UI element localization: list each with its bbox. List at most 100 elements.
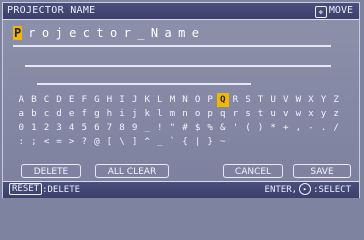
save-button[interactable]: SAVE [293,164,351,178]
char-key[interactable]: ) [254,121,267,135]
char-key[interactable]: u [267,107,280,121]
char-key[interactable]: 4 [65,121,78,135]
char-key[interactable]: 3 [53,121,66,135]
char-key[interactable]: r [229,107,242,121]
char-key[interactable]: > [65,135,78,149]
all-clear-button[interactable]: ALL CLEAR [95,164,169,178]
char-key[interactable]: P [204,93,217,107]
char-key[interactable]: X [305,93,318,107]
char-key[interactable]: R [229,93,242,107]
char-key[interactable]: + [279,121,292,135]
char-key[interactable]: ! [154,121,167,135]
char-key[interactable]: N [179,93,192,107]
char-key[interactable]: " [166,121,179,135]
char-key[interactable]: ` [166,135,179,149]
char-key[interactable]: S [242,93,255,107]
char-key[interactable]: H [103,93,116,107]
char-key[interactable]: : [15,135,28,149]
char-key[interactable]: t [254,107,267,121]
char-key[interactable]: # [179,121,192,135]
char-key[interactable]: { [179,135,192,149]
char-key[interactable]: @ [91,135,104,149]
char-key[interactable]: q [217,107,230,121]
char-key[interactable]: F [78,93,91,107]
char-key[interactable]: G [91,93,104,107]
char-key[interactable]: ( [242,121,255,135]
char-key[interactable]: b [28,107,41,121]
char-key[interactable]: Y [317,93,330,107]
char-key[interactable]: * [267,121,280,135]
char-key[interactable]: 1 [28,121,41,135]
char-key[interactable]: v [279,107,292,121]
char-key[interactable]: \ [116,135,129,149]
char-key[interactable]: ] [128,135,141,149]
char-key[interactable]: k [141,107,154,121]
char-key[interactable]: a [15,107,28,121]
delete-button[interactable]: DELETE [21,164,81,178]
char-key[interactable]: y [317,107,330,121]
char-key[interactable]: 2 [40,121,53,135]
char-key[interactable]: ' [229,121,242,135]
char-key[interactable]: } [204,135,217,149]
char-key[interactable]: n [179,107,192,121]
char-key[interactable]: w [292,107,305,121]
char-key[interactable]: ^ [141,135,154,149]
char-key[interactable]: E [65,93,78,107]
char-key[interactable]: x [305,107,318,121]
char-key[interactable]: s [242,107,255,121]
char-key[interactable]: / [330,121,343,135]
char-key[interactable]: 5 [78,121,91,135]
char-key[interactable]: < [40,135,53,149]
char-key[interactable]: ? [78,135,91,149]
char-key[interactable]: O [191,93,204,107]
char-key[interactable]: j [128,107,141,121]
char-key[interactable]: 9 [128,121,141,135]
char-key[interactable]: 8 [116,121,129,135]
char-key[interactable]: p [204,107,217,121]
char-key[interactable]: B [28,93,41,107]
char-key[interactable]: $ [191,121,204,135]
char-key[interactable]: K [141,93,154,107]
char-key[interactable]: l [154,107,167,121]
character-grid[interactable]: ABCDEFGHIJKLMNOPQRSTUVWXYZabcdefghijklmn… [15,93,355,149]
char-key[interactable]: h [103,107,116,121]
char-key[interactable]: d [53,107,66,121]
char-key[interactable]: L [154,93,167,107]
char-key[interactable]: C [40,93,53,107]
char-key[interactable]: M [166,93,179,107]
name-input[interactable]: Projector_Name [13,25,353,41]
char-key[interactable]: J [128,93,141,107]
char-key[interactable]: 6 [91,121,104,135]
char-key[interactable]: f [78,107,91,121]
char-key[interactable]: % [204,121,217,135]
char-key[interactable]: V [279,93,292,107]
char-key[interactable]: D [53,93,66,107]
char-key[interactable]: = [53,135,66,149]
char-key[interactable]: i [116,107,129,121]
char-key[interactable]: . [317,121,330,135]
char-key[interactable]: T [254,93,267,107]
char-key[interactable]: , [292,121,305,135]
char-key[interactable]: 7 [103,121,116,135]
char-key[interactable]: g [91,107,104,121]
char-key[interactable]: 0 [15,121,28,135]
char-key[interactable]: I [116,93,129,107]
char-key[interactable]: W [292,93,305,107]
char-key[interactable]: c [40,107,53,121]
char-key[interactable]: ; [28,135,41,149]
char-key[interactable]: | [191,135,204,149]
char-key[interactable]: U [267,93,280,107]
char-key[interactable]: - [305,121,318,135]
char-key[interactable]: _ [154,135,167,149]
char-key[interactable]: _ [141,121,154,135]
char-key[interactable]: A [15,93,28,107]
char-key[interactable]: o [191,107,204,121]
char-key[interactable]: m [166,107,179,121]
char-key[interactable]: Q [216,93,230,107]
char-key[interactable]: ~ [217,135,230,149]
cancel-button[interactable]: CANCEL [223,164,283,178]
char-key[interactable]: Z [330,93,343,107]
char-key[interactable]: [ [103,135,116,149]
char-key[interactable]: z [330,107,343,121]
char-key[interactable]: e [65,107,78,121]
